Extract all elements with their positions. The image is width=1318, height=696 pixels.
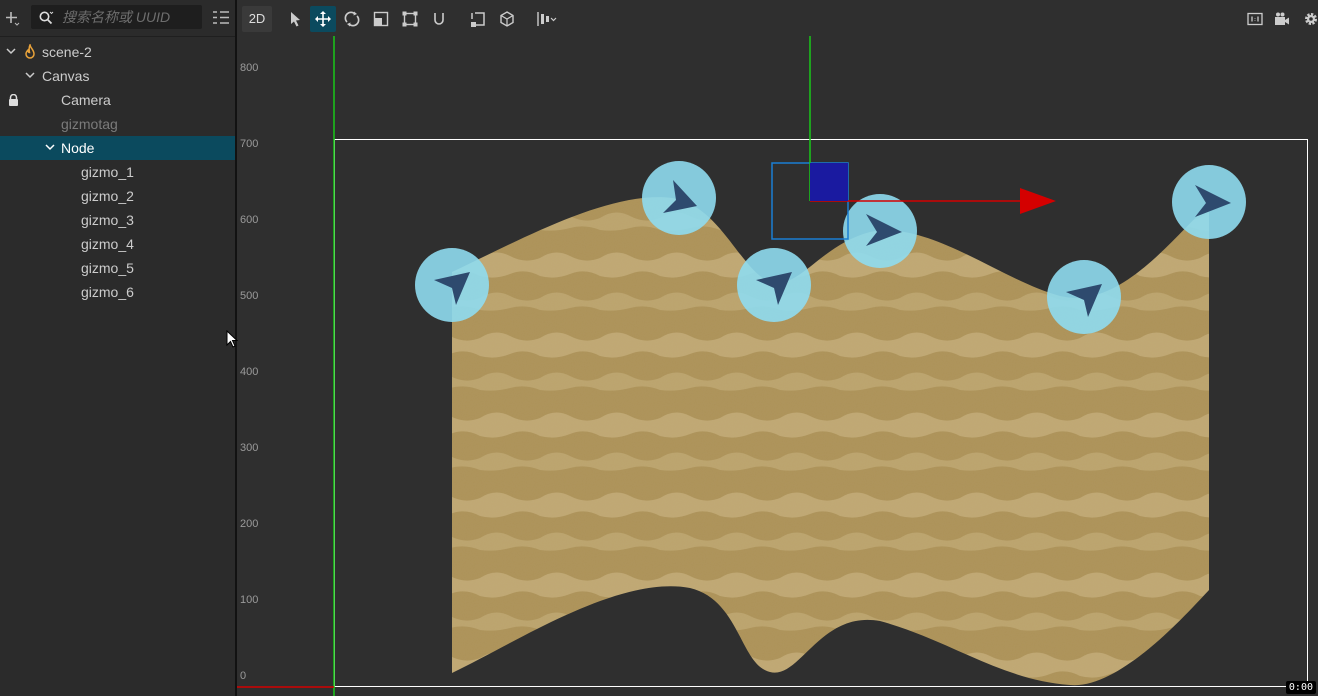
time-readout: 0:00 (1285, 681, 1316, 694)
tree-item-label: scene-2 (42, 44, 92, 60)
gizmo-handle[interactable] (1047, 260, 1121, 334)
rect-tool-button[interactable] (397, 6, 423, 32)
local-global-button[interactable] (494, 6, 520, 32)
camera-icon (1275, 12, 1289, 25)
local-icon (500, 11, 514, 27)
aspect-icon (1247, 12, 1263, 26)
rotate-icon (344, 11, 360, 27)
list-view-icon[interactable] (211, 9, 231, 27)
scene-toolbar: 2D (237, 0, 1318, 36)
gizmo-handle[interactable] (737, 248, 811, 322)
search-box[interactable] (31, 5, 202, 29)
tree-item-label: Camera (61, 92, 111, 108)
mouse-cursor-icon (226, 330, 238, 348)
scene-camera-button[interactable] (1269, 6, 1295, 32)
tree-item-camera[interactable]: Camera (0, 88, 235, 112)
scene-canvas[interactable] (237, 36, 1318, 696)
select-icon (291, 12, 300, 27)
add-node-button[interactable] (3, 8, 21, 28)
tree-item-canvas[interactable]: Canvas (0, 64, 235, 88)
hierarchy-toolbar (0, 0, 235, 37)
align-dropdown-button[interactable] (531, 6, 561, 32)
tree-item-label: gizmo_4 (81, 236, 134, 252)
gizmo-handle[interactable] (843, 194, 917, 268)
select-tool-button[interactable] (282, 6, 308, 32)
pivot-icon (471, 12, 485, 27)
align-icon (537, 12, 557, 26)
tree-item-label: gizmo_1 (81, 164, 134, 180)
tree-item-node[interactable]: Node (0, 136, 235, 160)
tree-item-label: Node (61, 140, 95, 156)
move-x-arrow[interactable] (1020, 188, 1056, 214)
search-icon[interactable] (38, 10, 54, 26)
scale-tool-button[interactable] (368, 6, 394, 32)
scene-settings-button[interactable] (1298, 6, 1318, 32)
snap-tool-button[interactable] (426, 6, 452, 32)
rect-icon (402, 11, 418, 27)
mode-2d-button[interactable]: 2D (242, 6, 272, 32)
lock-icon[interactable] (8, 94, 19, 106)
fire-icon (25, 44, 35, 59)
search-input[interactable] (62, 6, 200, 28)
tree-item-label: gizmo_5 (81, 260, 134, 276)
tree-item-gizmotag[interactable]: gizmotag (0, 112, 235, 136)
settings-icon (1305, 13, 1317, 25)
scale-icon (373, 11, 389, 27)
tree-item-gizmo[interactable]: gizmo_1 (0, 160, 235, 184)
move-tool-button[interactable] (310, 6, 336, 32)
tree-item-label: gizmotag (61, 116, 118, 132)
tree-item-label: gizmo_3 (81, 212, 134, 228)
tree-item-scene[interactable]: scene-2 (0, 40, 235, 64)
gizmo-handle[interactable] (415, 248, 489, 322)
tree-item-gizmo[interactable]: gizmo_6 (0, 280, 235, 304)
move-xy-handle[interactable] (810, 163, 848, 201)
tree-item-gizmo[interactable]: gizmo_5 (0, 256, 235, 280)
tree-item-label: gizmo_2 (81, 188, 134, 204)
rotate-tool-button[interactable] (339, 6, 365, 32)
tree-item-gizmo[interactable]: gizmo_4 (0, 232, 235, 256)
aspect-ratio-button[interactable] (1242, 6, 1268, 32)
tree-item-label: gizmo_6 (81, 284, 134, 300)
tree-item-gizmo[interactable]: gizmo_3 (0, 208, 235, 232)
tree-item-gizmo[interactable]: gizmo_2 (0, 184, 235, 208)
snap-icon (434, 13, 444, 25)
scene-view[interactable]: 800 700 600 500 400 300 200 100 0 0:00 (237, 36, 1318, 696)
tree-item-label: Canvas (42, 68, 90, 84)
move-icon (315, 11, 331, 27)
plus-icon (6, 12, 20, 26)
hierarchy-panel: scene-2 Canvas Camera gizmotag Node gizm… (0, 0, 235, 696)
pivot-button[interactable] (465, 6, 491, 32)
gizmo-handle[interactable] (1172, 165, 1246, 239)
gizmo-handle[interactable] (642, 161, 716, 235)
